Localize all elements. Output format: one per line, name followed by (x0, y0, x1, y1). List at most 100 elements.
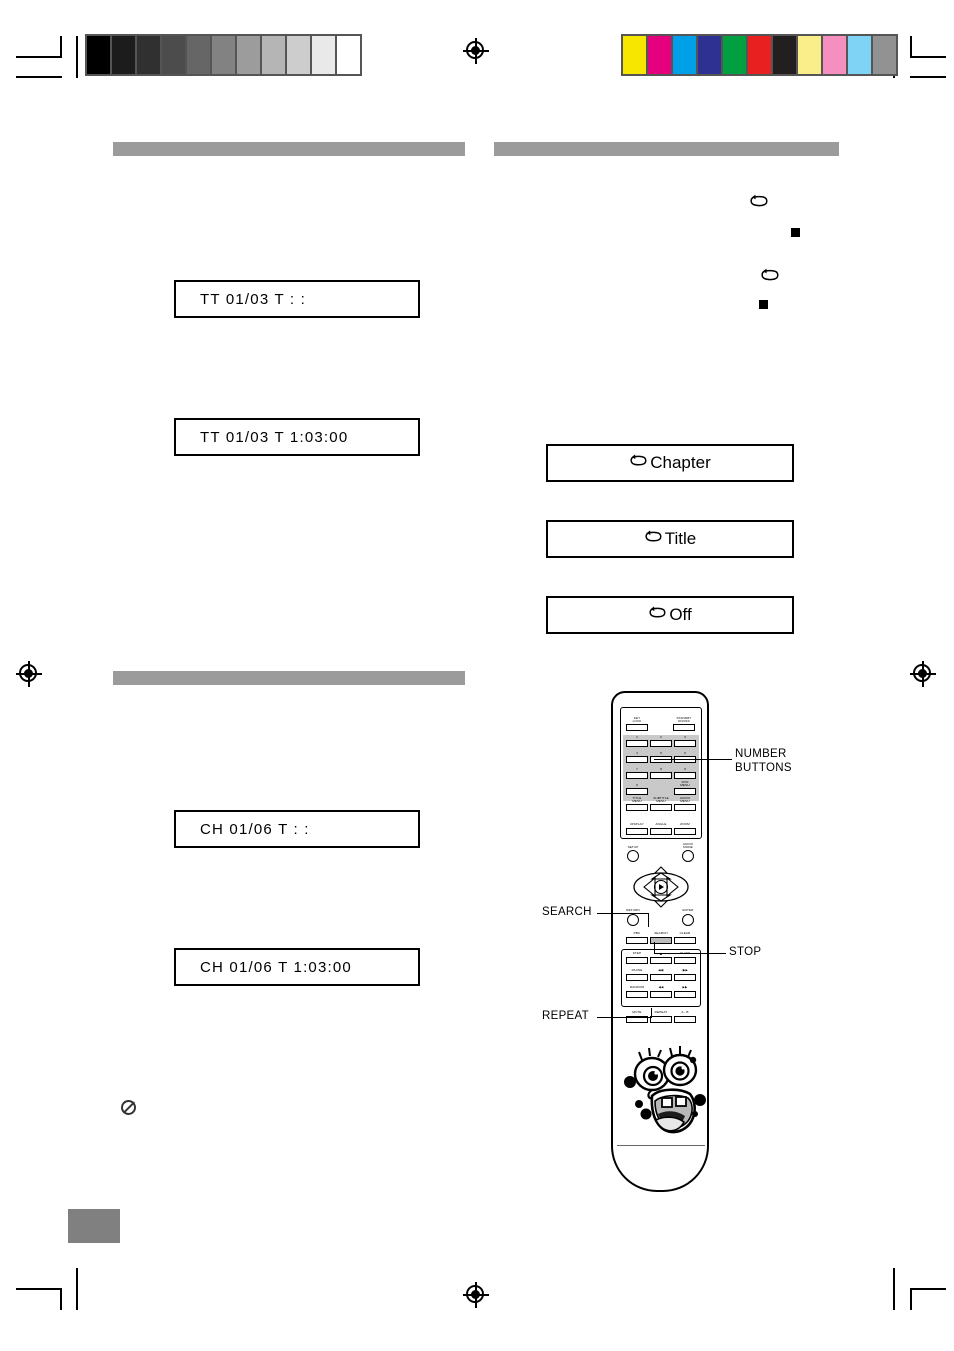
setup-button[interactable] (627, 850, 639, 862)
crop-mark-top-left-v (60, 36, 62, 58)
enter-button[interactable] (682, 914, 694, 926)
key-lock-button[interactable] (626, 724, 648, 731)
gray-swatch (287, 36, 312, 74)
clear-button[interactable] (674, 937, 696, 944)
display-title-time-entered: TT 01/03 T 1:03:00 (174, 418, 420, 456)
gray-swatch (237, 36, 262, 74)
color-swatch (873, 36, 896, 74)
subtitle-menu-button[interactable] (650, 804, 672, 811)
crop-mark-top-left-h2 (16, 76, 62, 78)
stop-button[interactable] (650, 957, 672, 964)
num-9-button[interactable] (674, 772, 696, 779)
num-7-button[interactable] (626, 772, 648, 779)
num-3-button[interactable] (674, 740, 696, 747)
color-swatch (823, 36, 848, 74)
color-swatch (848, 36, 873, 74)
return-label: RETURN (626, 908, 640, 912)
registration-mark-left (16, 661, 42, 687)
fast-forward-button[interactable] (674, 991, 696, 998)
repeat-loop-icon (760, 268, 780, 288)
callout-stop-line1: STOP (729, 946, 762, 958)
pbc-label: PBC (633, 931, 641, 935)
title-menu-label: TITLE MENU (632, 796, 642, 804)
title-menu-button[interactable] (626, 804, 648, 811)
num-3-label: 3 (684, 735, 686, 739)
osd-repeat-title: Title (546, 520, 794, 558)
repeat-loop-icon (629, 453, 648, 473)
color-swatch (798, 36, 823, 74)
pause-button[interactable] (626, 974, 648, 981)
angle-button[interactable] (650, 828, 672, 835)
num-0-button[interactable] (626, 788, 648, 795)
random-button[interactable] (626, 991, 648, 998)
display-text: CH 01/06 T 1:03:00 (200, 958, 352, 976)
repeat-loop-icon (749, 194, 769, 214)
num-4-button[interactable] (626, 756, 648, 763)
display-text: TT 01/03 T : : (200, 290, 307, 308)
num-9-label: 9 (684, 767, 686, 771)
callout-search-line1: SEARCH (542, 906, 592, 918)
gray-swatch (137, 36, 162, 74)
previous-icon: ◀◀| (658, 968, 664, 972)
color-swatch (723, 36, 748, 74)
next-button[interactable] (674, 974, 696, 981)
search-label: SEARCH (654, 931, 668, 935)
crop-mark-top-right-h (910, 56, 946, 58)
num-1-label: 1 (636, 735, 638, 739)
random-label: RANDOM (629, 985, 645, 989)
dvd-menu-label: DVD MENU (680, 780, 690, 788)
dvd-menu-button[interactable] (674, 788, 696, 795)
zoom-button[interactable] (674, 828, 696, 835)
slow-button[interactable] (674, 957, 696, 964)
next-icon: |▶▶ (682, 968, 688, 972)
step-button[interactable] (626, 957, 648, 964)
registration-mark-right (910, 661, 936, 687)
gray-swatch (162, 36, 187, 74)
previous-button[interactable] (650, 974, 672, 981)
enter-label: ENTER (682, 908, 694, 912)
display-label: DISPLAY (630, 822, 644, 826)
standby-label: STANDBY ON/OFF (676, 716, 692, 724)
section-heading-bar-left-top (113, 142, 465, 156)
display-chapter-time-empty: CH 01/06 T : : (174, 810, 420, 848)
rewind-button[interactable] (650, 991, 672, 998)
display-button[interactable] (626, 828, 648, 835)
num-8-button[interactable] (650, 772, 672, 779)
subtitle-menu-label: SUBTITLE MENU (653, 796, 669, 804)
registration-mark-bottom (463, 1282, 489, 1308)
pbc-button[interactable] (626, 937, 648, 944)
num-2-button[interactable] (650, 740, 672, 747)
ab-button[interactable] (674, 1016, 696, 1023)
callout-search-leader-h (597, 913, 649, 915)
crop-mark-top-right-h2 (910, 76, 946, 78)
display-text: CH 01/06 T : : (200, 820, 310, 838)
callout-number-buttons: NUMBER BUTTONS (735, 748, 792, 775)
crop-mark-top-right-v2 (910, 36, 912, 58)
repeat-button[interactable] (650, 1016, 672, 1023)
osd-repeat-chapter: Chapter (546, 444, 794, 482)
section-heading-bar-right-top (494, 142, 839, 156)
color-swatch (773, 36, 798, 74)
callout-number-buttons-line2: BUTTONS (735, 761, 792, 774)
osd-label: Title (664, 529, 697, 548)
crop-mark-top-left-h (16, 56, 62, 58)
crop-mark-bottom-left-v2 (76, 1268, 78, 1310)
num-0-label: 0 (636, 783, 638, 787)
color-calibration-strip (621, 34, 898, 76)
clear-label: CLEAR (679, 931, 691, 935)
audio-mode-button[interactable] (682, 850, 694, 862)
standby-button[interactable] (673, 724, 695, 731)
spongebob-face-graphic (622, 1038, 710, 1148)
audio-menu-button[interactable] (674, 804, 696, 811)
color-swatch (748, 36, 773, 74)
crop-mark-top-left-v2 (76, 36, 78, 78)
pause-label: PAUSE (631, 968, 643, 972)
num-1-button[interactable] (626, 740, 648, 747)
page-number-plate (68, 1209, 120, 1243)
gray-swatch (112, 36, 137, 74)
section-heading-bar-left-mid (113, 671, 465, 685)
repeat-loop-icon (644, 529, 663, 549)
return-button[interactable] (627, 914, 639, 926)
color-swatch (673, 36, 698, 74)
gray-swatch (187, 36, 212, 74)
